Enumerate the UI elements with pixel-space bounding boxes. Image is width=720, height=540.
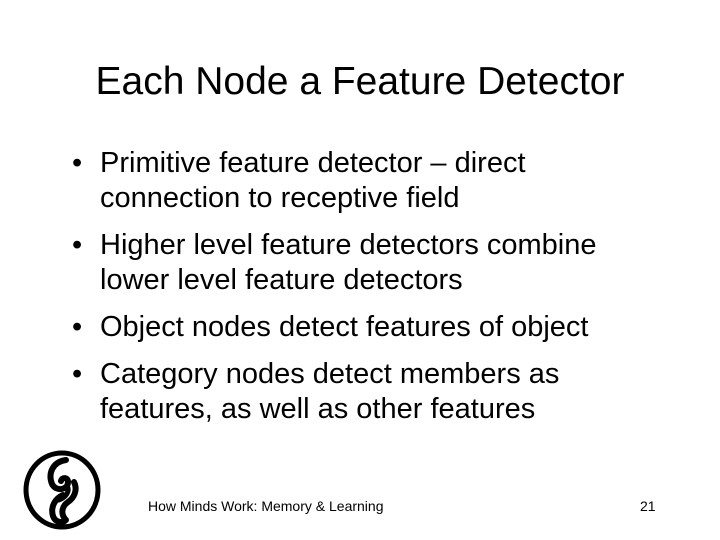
bullet-text: Higher level feature detectors combine l… (100, 229, 597, 296)
bullet-marker: • (72, 311, 83, 343)
bullet-text: Object nodes detect features of object (100, 311, 589, 343)
bullet-marker: • (72, 229, 83, 261)
bullet-text: Primitive feature detector – direct conn… (100, 147, 526, 214)
slide-title: Each Node a Feature Detector (95, 60, 625, 103)
bullet-item: • Primitive feature detector – direct co… (72, 146, 672, 216)
bullet-marker: • (72, 358, 83, 390)
footer-course-title: How Minds Work: Memory & Learning (148, 498, 384, 514)
bullet-item: • Category nodes detect members as featu… (72, 357, 672, 427)
bullet-text: Category nodes detect members as feature… (100, 358, 560, 425)
swirl-logo-icon (22, 450, 102, 530)
bullet-item: • Object nodes detect features of object (72, 310, 672, 345)
slide: Each Node a Feature Detector • Primitive… (0, 0, 720, 540)
bullet-item: • Higher level feature detectors combine… (72, 228, 672, 298)
page-number: 21 (640, 498, 656, 514)
bullet-marker: • (72, 147, 83, 179)
bullet-list: • Primitive feature detector – direct co… (72, 146, 672, 439)
